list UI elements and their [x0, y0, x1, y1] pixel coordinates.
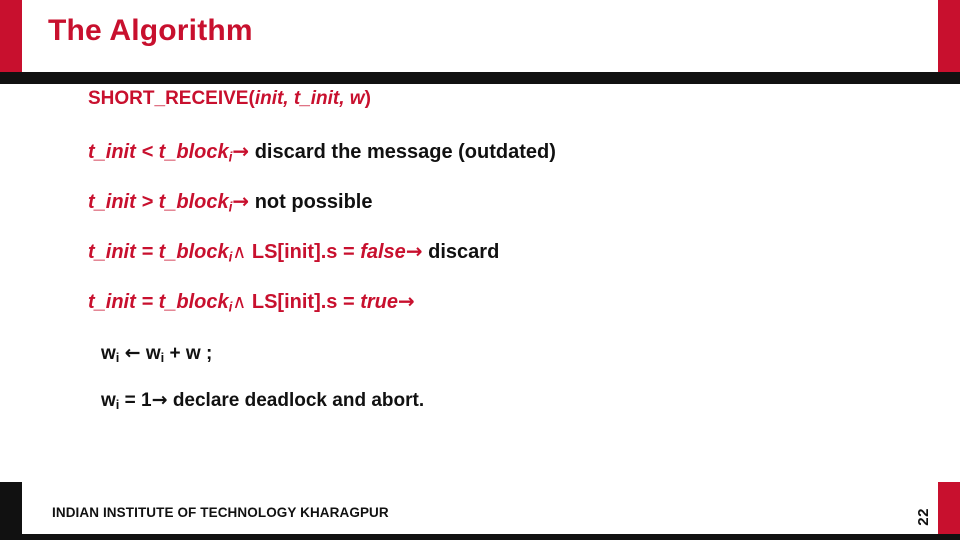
- algorithm-line-3: t_init = t_blocki∧ LS[init].s = false→ d…: [88, 239, 499, 264]
- algorithm-line-5: wi ← wi + w ;: [101, 342, 212, 365]
- line-2-rhs: not possible: [254, 191, 373, 213]
- slide: The Algorithm SHORT_RECEIVE(init, t_init…: [0, 0, 960, 540]
- line-3-mid: LS[init].s =: [251, 241, 355, 263]
- line-5-subscript-a: i: [115, 350, 120, 366]
- algorithm-line-4: t_init = t_blocki∧ LS[init].s = true→: [88, 289, 415, 314]
- line-6-subscript-a: i: [115, 397, 120, 413]
- line-6-arrow-icon: →: [151, 389, 168, 411]
- line-4-mid: LS[init].s =: [251, 291, 355, 313]
- line-2-lhs: t_init > t_block: [88, 191, 229, 213]
- algorithm-signature-close: ): [364, 88, 371, 109]
- header-divider-band: [0, 72, 960, 84]
- footer-institution: INDIAN INSTITUTE OF TECHNOLOGY KHARAGPUR: [52, 505, 389, 520]
- line-3-conjunction-icon: ∧: [232, 241, 247, 263]
- line-5-subscript-b: i: [160, 350, 165, 366]
- line-5-var-b: w: [145, 343, 161, 364]
- line-6-comparison: = 1: [124, 390, 152, 411]
- bottom-right-accent-bar: [938, 482, 960, 540]
- line-4-conjunction-icon: ∧: [232, 291, 247, 313]
- top-left-accent-bar: [0, 0, 22, 72]
- page-title: The Algorithm: [48, 14, 253, 47]
- algorithm-line-2: t_init > t_blocki→ not possible: [88, 189, 373, 214]
- algorithm-signature: SHORT_RECEIVE(init, t_init, w): [88, 88, 371, 110]
- line-5-assign-icon: ←: [124, 342, 141, 364]
- line-6-var-a: w: [101, 390, 116, 411]
- line-2-arrow-icon: →: [232, 189, 250, 213]
- line-1-rhs: discard the message (outdated): [254, 141, 556, 163]
- algorithm-signature-args: init, t_init, w: [254, 88, 365, 109]
- line-5-tail: + w ;: [169, 343, 213, 364]
- line-4-arrow-icon: →: [398, 289, 415, 313]
- footer-divider-band: [0, 534, 960, 540]
- line-3-arrow-icon: →: [405, 239, 423, 263]
- top-right-accent-bar: [938, 0, 960, 72]
- line-4-lhs: t_init = t_block: [88, 291, 229, 313]
- line-1-lhs: t_init < t_block: [88, 141, 229, 163]
- line-1-arrow-icon: →: [232, 139, 250, 163]
- line-4-value: true: [360, 291, 399, 313]
- line-3-value: false: [360, 241, 406, 263]
- algorithm-signature-name: SHORT_RECEIVE(: [88, 88, 255, 109]
- algorithm-line-1: t_init < t_blocki→ discard the message (…: [88, 139, 556, 164]
- bottom-left-black-bar: [0, 482, 22, 540]
- page-number: 22: [915, 508, 932, 526]
- algorithm-line-6: wi = 1→ declare deadlock and abort.: [101, 389, 424, 412]
- line-3-rhs: discard: [428, 241, 500, 263]
- line-3-lhs: t_init = t_block: [88, 241, 229, 263]
- line-6-tail: declare deadlock and abort.: [172, 390, 425, 411]
- line-5-var-a: w: [101, 343, 116, 364]
